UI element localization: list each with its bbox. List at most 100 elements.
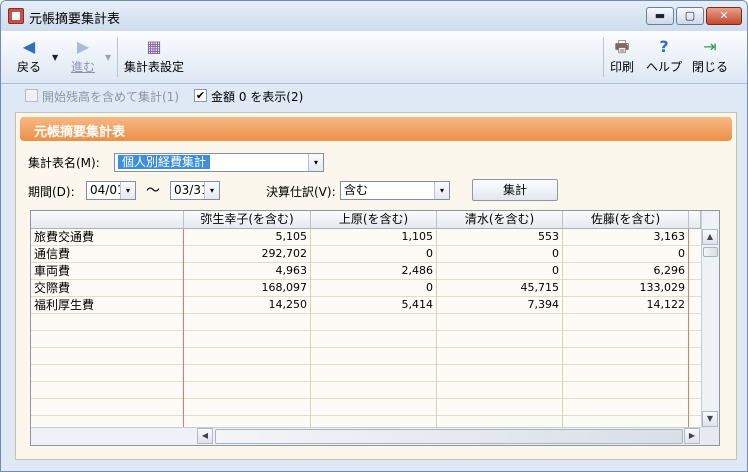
back-arrow-icon: ◀ bbox=[22, 37, 36, 56]
printer-icon: 🖶 bbox=[614, 37, 630, 56]
toolbar: ◀ 戻る ▼ ▶ 進む ▼ ▦ 集計表設定 🖶 印刷 ? ヘルプ ⇥ 閉じる bbox=[1, 31, 747, 84]
amount-cell: 133,029 bbox=[639, 281, 686, 294]
summary-grid: 弥生幸子(を含む) 上原(を含む) 清水(を含む) 佐藤(を含む) 旅費交通費 … bbox=[30, 210, 720, 446]
column-header-uehara[interactable]: 上原(を含む) bbox=[311, 211, 437, 229]
title-bar[interactable]: 元帳摘要集計表 ▬ ▢ ✕ bbox=[1, 1, 747, 31]
close-window-button[interactable]: ✕ bbox=[706, 7, 742, 25]
forward-button[interactable]: ▶ 進む bbox=[65, 35, 101, 79]
account-name: 福利厚生費 bbox=[34, 298, 95, 312]
chevron-down-icon[interactable]: ▾ bbox=[308, 154, 323, 171]
scroll-up-icon[interactable]: ▲ bbox=[702, 229, 718, 245]
empty-row bbox=[31, 382, 701, 399]
back-dropdown-icon[interactable]: ▼ bbox=[52, 53, 58, 62]
horizontal-scrollbar[interactable]: ◀ ▶ bbox=[31, 427, 701, 445]
empty-row bbox=[31, 348, 701, 365]
column-divider bbox=[688, 229, 689, 427]
close-button[interactable]: ⇥ 閉じる bbox=[690, 35, 730, 79]
amount-cell: 0 bbox=[552, 264, 559, 277]
scroll-right-icon[interactable]: ▶ bbox=[684, 428, 700, 444]
back-label: 戻る bbox=[16, 60, 41, 74]
account-name: 車両費 bbox=[34, 264, 71, 278]
chevron-down-icon[interactable]: ▾ bbox=[204, 182, 219, 199]
amount-cell: 5,414 bbox=[401, 298, 434, 311]
amount-cell: 2,486 bbox=[401, 264, 434, 277]
table-row[interactable]: 通信費 292,702 0 0 0 bbox=[31, 246, 701, 263]
settings-table-icon: ▦ bbox=[146, 37, 162, 56]
toolbar-separator bbox=[603, 37, 604, 77]
panel-title: 元帳摘要集計表 bbox=[34, 125, 126, 140]
table-name-value: 個人別経費集計 bbox=[118, 155, 211, 169]
period-label: 期間(D): bbox=[28, 185, 75, 199]
period-from-input[interactable]: 04/01 ▾ bbox=[86, 181, 136, 200]
print-button[interactable]: 🖶 印刷 bbox=[607, 35, 637, 79]
amount-cell: 0 bbox=[426, 247, 433, 260]
settlement-entry-label: 決算仕訳(V): bbox=[266, 185, 336, 199]
account-name: 交際費 bbox=[34, 281, 71, 295]
close-label: 閉じる bbox=[691, 60, 728, 74]
table-row[interactable]: 車両費 4,963 2,486 0 6,296 bbox=[31, 263, 701, 280]
empty-row bbox=[31, 399, 701, 416]
forward-label: 進む bbox=[70, 60, 95, 74]
empty-row bbox=[31, 314, 701, 331]
table-row[interactable]: 旅費交通費 5,105 1,105 553 3,163 bbox=[31, 229, 701, 246]
column-header-sato[interactable]: 佐藤(を含む) bbox=[563, 211, 689, 229]
chevron-down-icon[interactable]: ▾ bbox=[434, 182, 449, 199]
forward-dropdown-icon[interactable]: ▼ bbox=[105, 53, 111, 62]
empty-row bbox=[31, 331, 701, 348]
column-divider bbox=[310, 229, 311, 427]
column-header-yayoi[interactable]: 弥生幸子(を含む) bbox=[184, 211, 311, 229]
vertical-scroll-thumb[interactable] bbox=[703, 247, 718, 257]
forward-arrow-icon: ▶ bbox=[76, 37, 90, 56]
help-icon: ? bbox=[659, 37, 669, 56]
app-window: 元帳摘要集計表 ▬ ▢ ✕ ◀ 戻る ▼ ▶ 進む ▼ ▦ 集計表設定 🖶 印刷… bbox=[0, 0, 748, 472]
toolbar-separator bbox=[117, 37, 118, 77]
help-label: ヘルプ bbox=[645, 60, 682, 74]
amount-cell: 0 bbox=[552, 247, 559, 260]
column-divider bbox=[183, 229, 184, 427]
scrollbar-corner bbox=[701, 427, 719, 445]
column-divider bbox=[562, 229, 563, 427]
summary-settings-button[interactable]: ▦ 集計表設定 bbox=[121, 35, 187, 79]
account-name: 旅費交通費 bbox=[34, 230, 95, 244]
amount-cell: 14,122 bbox=[646, 298, 686, 311]
table-row[interactable]: 交際費 168,097 0 45,715 133,029 bbox=[31, 280, 701, 297]
period-separator: ～ bbox=[146, 183, 160, 199]
chevron-down-icon[interactable]: ▾ bbox=[120, 182, 135, 199]
empty-row bbox=[31, 365, 701, 382]
minimize-button[interactable]: ▬ bbox=[646, 7, 674, 25]
column-header-shimizu[interactable]: 清水(を含む) bbox=[437, 211, 563, 229]
back-button[interactable]: ◀ 戻る bbox=[11, 35, 47, 79]
table-name-label: 集計表名(M): bbox=[28, 156, 100, 170]
scroll-down-icon[interactable]: ▼ bbox=[702, 411, 718, 427]
amount-cell: 3,163 bbox=[653, 230, 686, 243]
amount-cell: 553 bbox=[538, 230, 559, 243]
settlement-entry-value: 含む bbox=[344, 183, 369, 197]
include-opening-balance-checkbox[interactable] bbox=[25, 89, 38, 102]
period-to-input[interactable]: 03/31 ▾ bbox=[170, 181, 220, 200]
horizontal-scroll-thumb[interactable] bbox=[215, 429, 683, 444]
panel-header: 元帳摘要集計表 bbox=[20, 117, 732, 141]
amount-cell: 45,715 bbox=[520, 281, 560, 294]
help-button[interactable]: ? ヘルプ bbox=[644, 35, 684, 79]
amount-cell: 168,097 bbox=[261, 281, 308, 294]
table-name-combo[interactable]: 個人別経費集計 ▾ bbox=[114, 153, 324, 172]
exit-icon: ⇥ bbox=[703, 37, 717, 56]
settlement-entry-combo[interactable]: 含む ▾ bbox=[340, 181, 450, 200]
amount-cell: 14,250 bbox=[268, 298, 308, 311]
app-icon bbox=[8, 8, 24, 24]
amount-cell: 6,296 bbox=[653, 264, 686, 277]
amount-cell: 5,105 bbox=[275, 230, 308, 243]
options-bar: 開始残高を含めて集計(1) ✔ 金額 0 を表示(2) bbox=[1, 84, 747, 110]
scroll-left-icon[interactable]: ◀ bbox=[197, 428, 213, 444]
account-name: 通信費 bbox=[34, 247, 71, 261]
column-header-overflow bbox=[689, 211, 701, 229]
maximize-button[interactable]: ▢ bbox=[676, 7, 704, 25]
amount-cell: 7,394 bbox=[527, 298, 560, 311]
column-divider bbox=[436, 229, 437, 427]
vertical-scrollbar[interactable]: ▲ ▼ bbox=[701, 211, 719, 427]
amount-cell: 0 bbox=[426, 281, 433, 294]
table-row[interactable]: 福利厚生費 14,250 5,414 7,394 14,122 bbox=[31, 297, 701, 314]
aggregate-button[interactable]: 集計 bbox=[472, 179, 558, 201]
amount-cell: 1,105 bbox=[401, 230, 434, 243]
show-zero-amount-checkbox[interactable]: ✔ bbox=[194, 89, 207, 102]
